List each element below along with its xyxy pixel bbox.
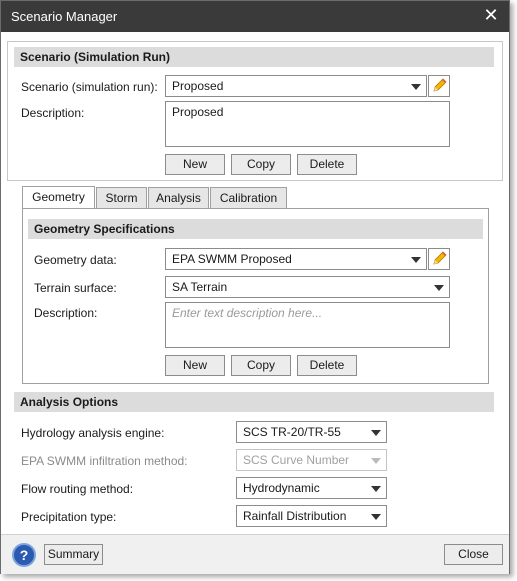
geometry-description-field[interactable]: Enter text description here... [165, 302, 450, 348]
pencil-icon [433, 251, 447, 265]
scenario-manager-dialog: Scenario Manager ✕ Scenario (Simulation … [0, 0, 510, 574]
chevron-down-icon [371, 458, 381, 464]
pencil-icon [433, 78, 447, 92]
close-icon[interactable]: ✕ [481, 5, 501, 25]
help-icon[interactable]: ? [12, 543, 36, 567]
flow-routing-label: Flow routing method: [21, 482, 134, 496]
scenario-description-label: Description: [21, 106, 85, 120]
dialog-footer: ? Summary Close [1, 534, 509, 574]
tab-calibration[interactable]: Calibration [210, 187, 287, 209]
title-bar: Scenario Manager ✕ [1, 1, 509, 32]
scenario-delete-button[interactable]: Delete [297, 154, 357, 175]
edit-geometry-button[interactable] [428, 248, 450, 270]
edit-scenario-button[interactable] [428, 75, 450, 97]
precipitation-type-select[interactable]: Rainfall Distribution [236, 505, 387, 527]
tab-analysis[interactable]: Analysis [148, 187, 209, 209]
geometry-data-value: EPA SWMM Proposed [172, 252, 292, 266]
scenario-label: Scenario (simulation run): [21, 80, 158, 94]
window-title: Scenario Manager [11, 9, 118, 24]
tab-geometry[interactable]: Geometry [22, 186, 95, 210]
hydrology-engine-select[interactable]: SCS TR-20/TR-55 [236, 421, 387, 443]
chevron-down-icon [371, 430, 381, 436]
scenario-description-field[interactable]: Proposed [165, 101, 450, 147]
hydrology-engine-label: Hydrology analysis engine: [21, 426, 165, 440]
terrain-surface-select[interactable]: SA Terrain [165, 276, 450, 298]
scenario-copy-button[interactable]: Copy [231, 154, 291, 175]
chevron-down-icon [411, 257, 421, 263]
precipitation-type-label: Precipitation type: [21, 510, 117, 524]
geometry-description-label: Description: [34, 306, 98, 320]
infiltration-method-value: SCS Curve Number [243, 453, 350, 467]
geometry-data-select[interactable]: EPA SWMM Proposed [165, 248, 427, 270]
flow-routing-select[interactable]: Hydrodynamic [236, 477, 387, 499]
infiltration-method-label: EPA SWMM infiltration method: [21, 454, 188, 468]
infiltration-method-select: SCS Curve Number [236, 449, 387, 471]
geometry-data-label: Geometry data: [34, 253, 117, 267]
precipitation-type-value: Rainfall Distribution [243, 509, 347, 523]
close-button[interactable]: Close [444, 544, 503, 565]
chevron-down-icon [434, 285, 444, 291]
terrain-surface-label: Terrain surface: [34, 281, 117, 295]
scenario-section-header: Scenario (Simulation Run) [14, 47, 494, 67]
scenario-new-button[interactable]: New [165, 154, 225, 175]
flow-routing-value: Hydrodynamic [243, 481, 320, 495]
chevron-down-icon [371, 486, 381, 492]
analysis-options-header: Analysis Options [14, 392, 494, 412]
geometry-copy-button[interactable]: Copy [231, 355, 291, 376]
chevron-down-icon [411, 84, 421, 90]
scenario-select[interactable]: Proposed [165, 75, 427, 97]
geometry-delete-button[interactable]: Delete [297, 355, 357, 376]
hydrology-engine-value: SCS TR-20/TR-55 [243, 425, 341, 439]
terrain-surface-value: SA Terrain [172, 280, 228, 294]
geometry-specifications-header: Geometry Specifications [28, 219, 483, 239]
tab-storm[interactable]: Storm [96, 187, 147, 209]
summary-button[interactable]: Summary [44, 544, 103, 565]
scenario-select-value: Proposed [172, 79, 224, 93]
geometry-new-button[interactable]: New [165, 355, 225, 376]
chevron-down-icon [371, 514, 381, 520]
